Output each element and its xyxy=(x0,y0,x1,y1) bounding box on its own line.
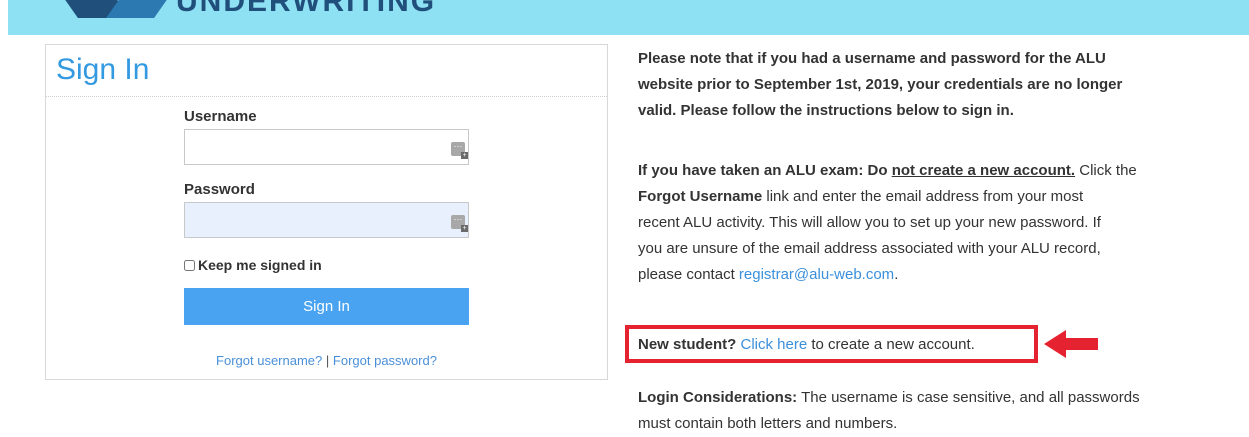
exam-line-1: If you have taken an ALU exam: Do not cr… xyxy=(638,158,1194,184)
exam-line-2-rest: link and enter the email address from yo… xyxy=(762,188,1084,205)
password-input[interactable] xyxy=(184,202,469,238)
contact-suffix: . xyxy=(894,266,899,283)
password-field-wrap: ··· + xyxy=(184,202,469,238)
new-student-line: New student? Click here to create a new … xyxy=(638,332,975,358)
forgot-username-link[interactable]: Forgot username? xyxy=(216,353,322,368)
password-manager-icon[interactable]: ··· + xyxy=(451,215,468,232)
signin-button[interactable]: Sign In xyxy=(184,288,469,325)
login-line-2: must contain both letters and numbers. xyxy=(638,415,898,432)
keep-signed-in-row[interactable]: Keep me signed in xyxy=(184,257,322,273)
create-account-link[interactable]: Click here xyxy=(741,336,808,353)
username-input[interactable] xyxy=(184,129,469,165)
password-manager-icon[interactable]: ··· + xyxy=(451,142,468,159)
exam-after: Click the xyxy=(1075,162,1137,179)
new-student-lead: New student? xyxy=(638,336,737,353)
logo-text: UNDERWRITING xyxy=(176,0,437,18)
new-student-rest: to create a new account. xyxy=(807,336,975,353)
signin-title: Sign In xyxy=(56,53,150,86)
login-lead: Login Considerations: xyxy=(638,389,798,406)
login-considerations: Login Considerations: The username is ca… xyxy=(638,385,1194,437)
password-label: Password xyxy=(184,181,255,198)
notice-line: Please note that if you had a username a… xyxy=(638,50,1106,67)
credentials-notice: Please note that if you had a username a… xyxy=(638,46,1194,124)
forgot-links: Forgot username? | Forgot password? xyxy=(184,353,469,368)
exam-line-2: Forgot Username link and enter the email… xyxy=(638,184,1194,210)
keep-signed-in-checkbox[interactable] xyxy=(184,259,195,271)
red-arrow-icon xyxy=(1044,330,1098,358)
username-field-wrap: ··· + xyxy=(184,129,469,165)
link-separator: | xyxy=(325,353,330,368)
forgot-username-bold: Forgot Username xyxy=(638,188,763,205)
forgot-password-link[interactable]: Forgot password? xyxy=(333,353,437,368)
contact-prefix: please contact xyxy=(638,266,739,283)
exam-line-5: please contact registrar@alu-web.com. xyxy=(638,262,1194,288)
exam-instructions: If you have taken an ALU exam: Do not cr… xyxy=(638,158,1194,288)
exam-line-3: recent ALU activity. This will allow you… xyxy=(638,214,1101,231)
signin-panel: Sign In Username ··· + Password ··· + Keep… xyxy=(45,44,608,380)
header-banner: UNDERWRITING xyxy=(8,0,1249,35)
keep-signed-in-label: Keep me signed in xyxy=(198,257,322,273)
notice-line: valid. Please follow the instructions be… xyxy=(638,102,1014,119)
registrar-email-link[interactable]: registrar@alu-web.com xyxy=(739,266,894,283)
login-line-1: Login Considerations: The username is ca… xyxy=(638,385,1194,411)
title-divider xyxy=(46,96,607,97)
exam-lead: If you have taken an ALU exam: Do xyxy=(638,162,892,179)
notice-line: website prior to September 1st, 2019, yo… xyxy=(638,76,1123,93)
username-label: Username xyxy=(184,108,257,125)
no-new-account-text: not create a new account. xyxy=(891,162,1076,179)
exam-line-4: you are unsure of the email address asso… xyxy=(638,240,1101,257)
login-line-1-rest: The username is case sensitive, and all … xyxy=(797,389,1140,406)
